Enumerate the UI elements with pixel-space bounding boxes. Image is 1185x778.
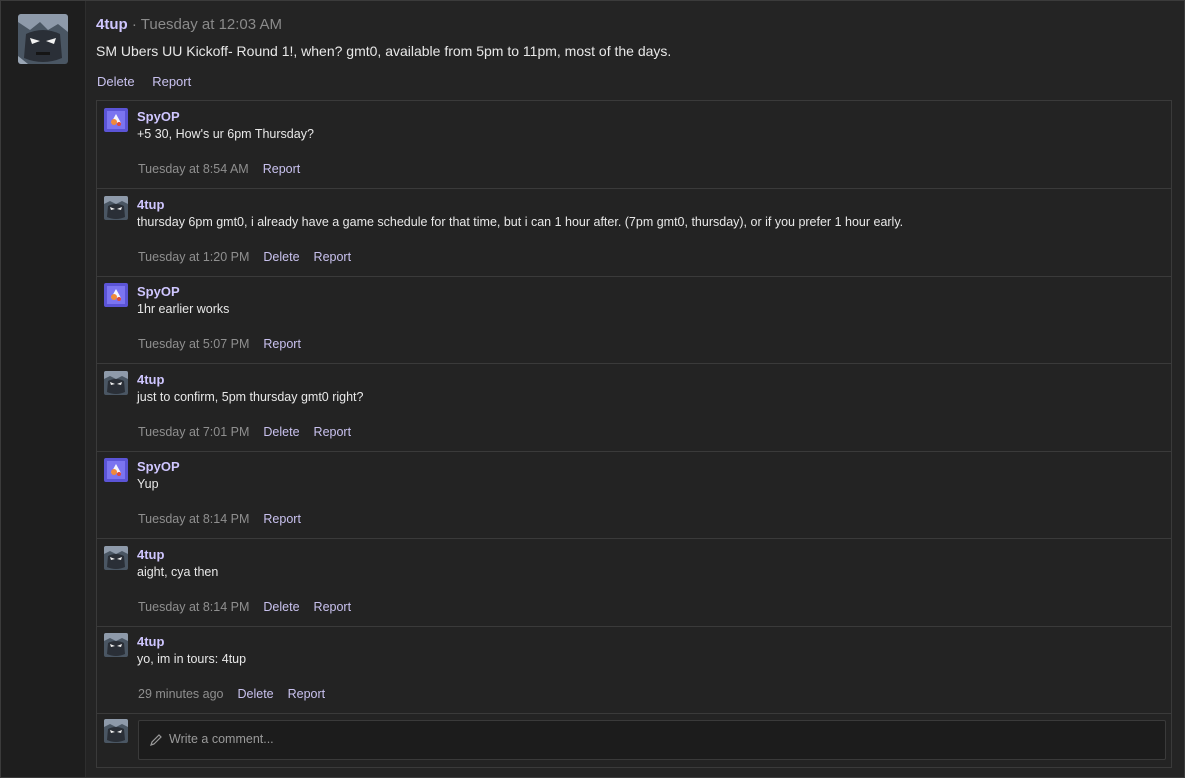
comment-timestamp[interactable]: Tuesday at 8:14 PM xyxy=(138,600,249,614)
comment-meta: Tuesday at 1:20 PM Delete Report xyxy=(138,250,365,264)
header-separator: · xyxy=(131,16,137,33)
comment-author[interactable]: SpyOP xyxy=(137,109,180,124)
comment-item: SpyOP Yup Tuesday at 8:14 PM Report xyxy=(97,451,1171,539)
report-button[interactable]: Report xyxy=(263,337,301,351)
spyop-avatar[interactable] xyxy=(104,283,128,307)
report-button[interactable]: Report xyxy=(288,687,326,701)
spyop-avatar[interactable] xyxy=(104,108,128,132)
post-timestamp[interactable]: Tuesday at 12:03 AM xyxy=(141,16,282,33)
comment-timestamp[interactable]: Tuesday at 8:14 PM xyxy=(138,512,249,526)
comment-item: 4tup just to confirm, 5pm thursday gmt0 r… xyxy=(97,364,1171,452)
report-button[interactable]: Report xyxy=(263,162,301,176)
delete-button[interactable]: Delete xyxy=(263,250,299,264)
comment-author[interactable]: 4tup xyxy=(137,197,164,212)
comment-item: 4tup thursday 6pm gmt0, i already have a … xyxy=(97,189,1171,277)
pencil-icon xyxy=(150,734,162,746)
report-button[interactable]: Report xyxy=(314,250,352,264)
comment-meta: Tuesday at 8:54 AM Report xyxy=(138,162,314,176)
post-actions: Delete Report xyxy=(97,74,205,89)
report-button[interactable]: Report xyxy=(314,425,352,439)
4tup-avatar[interactable] xyxy=(104,719,128,743)
post-header: 4tup · Tuesday at 12:03 AM xyxy=(96,16,282,34)
comment-author[interactable]: SpyOP xyxy=(137,459,180,474)
comment-timestamp[interactable]: Tuesday at 5:07 PM xyxy=(138,337,249,351)
comment-text: just to confirm, 5pm thursday gmt0 right… xyxy=(137,390,364,404)
comment-text: thursday 6pm gmt0, i already have a game… xyxy=(137,215,904,229)
thread-frame: 4tup · Tuesday at 12:03 AM SM Ubers UU K… xyxy=(0,0,1185,778)
author-avatar[interactable] xyxy=(18,14,68,64)
comment-meta: Tuesday at 5:07 PM Report xyxy=(138,337,315,351)
comment-timestamp[interactable]: Tuesday at 8:54 AM xyxy=(138,162,249,176)
comment-timestamp[interactable]: 29 minutes ago xyxy=(138,687,223,701)
comment-item: SpyOP 1hr earlier works Tuesday at 5:07 PM… xyxy=(97,276,1171,364)
comment-text: Yup xyxy=(137,477,159,491)
comment-text: aight, cya then xyxy=(137,565,219,579)
comment-meta: Tuesday at 8:14 PM Report xyxy=(138,512,315,526)
report-button[interactable]: Report xyxy=(263,512,301,526)
comment-meta: Tuesday at 7:01 PM Delete Report xyxy=(138,425,365,439)
spyop-avatar[interactable] xyxy=(104,458,128,482)
post-author[interactable]: 4tup xyxy=(96,16,128,33)
delete-button[interactable]: Delete xyxy=(263,425,299,439)
comment-text: 1hr earlier works xyxy=(137,302,230,316)
comment-meta: Tuesday at 8:14 PM Delete Report xyxy=(138,600,365,614)
comment-meta: 29 minutes ago Delete Report xyxy=(138,687,339,701)
comment-author[interactable]: 4tup xyxy=(137,372,164,387)
comment-author[interactable]: 4tup xyxy=(137,634,164,649)
report-button[interactable]: Report xyxy=(314,600,352,614)
comment-author[interactable]: 4tup xyxy=(137,547,164,562)
delete-button[interactable]: Delete xyxy=(97,74,135,89)
comments-list: SpyOP +5 30, How's ur 6pm Thursday? Tuesda… xyxy=(96,100,1172,768)
delete-button[interactable]: Delete xyxy=(237,687,273,701)
delete-button[interactable]: Delete xyxy=(263,600,299,614)
report-button[interactable]: Report xyxy=(152,74,191,89)
comment-placeholder: Write a comment... xyxy=(169,732,274,746)
comment-item: 4tup yo, im in tours: 4tup 29 minutes ago D… xyxy=(97,626,1171,714)
4tup-avatar[interactable] xyxy=(104,633,128,657)
comment-item: SpyOP +5 30, How's ur 6pm Thursday? Tuesda… xyxy=(97,101,1171,189)
comment-timestamp[interactable]: Tuesday at 1:20 PM xyxy=(138,250,249,264)
comment-author[interactable]: SpyOP xyxy=(137,284,180,299)
avatar-gutter xyxy=(1,1,86,777)
reply-row: Write a comment... xyxy=(97,713,1171,767)
4tup-avatar[interactable] xyxy=(104,196,128,220)
comment-input[interactable]: Write a comment... xyxy=(138,720,1166,760)
4tup-avatar[interactable] xyxy=(104,371,128,395)
comment-item: 4tup aight, cya then Tuesday at 8:14 PM Del… xyxy=(97,539,1171,627)
comment-text: yo, im in tours: 4tup xyxy=(137,652,247,666)
comment-text: +5 30, How's ur 6pm Thursday? xyxy=(137,127,314,141)
post-body: SM Ubers UU Kickoff- Round 1!, when? gmt… xyxy=(96,43,672,59)
comment-timestamp[interactable]: Tuesday at 7:01 PM xyxy=(138,425,249,439)
4tup-avatar[interactable] xyxy=(104,546,128,570)
